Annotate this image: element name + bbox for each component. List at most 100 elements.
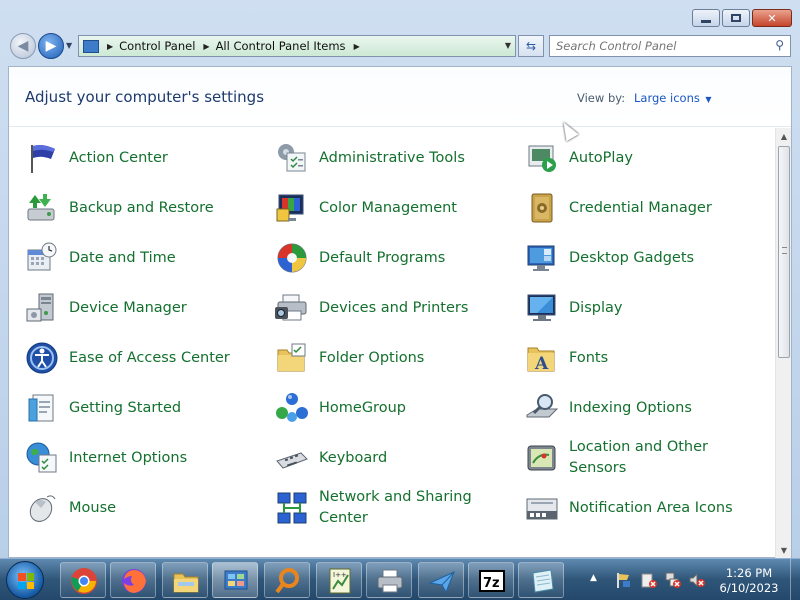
item-internet-options[interactable]: Internet Options	[25, 436, 239, 480]
item-credential-manager[interactable]: Credential Manager	[525, 186, 739, 230]
item-label[interactable]: Location and Other Sensors	[569, 437, 739, 479]
item-devices-and-printers[interactable]: Devices and Printers	[275, 286, 489, 330]
flag-tray-icon[interactable]	[614, 571, 632, 589]
item-folder-options[interactable]: Folder Options	[275, 336, 489, 380]
item-label[interactable]: Devices and Printers	[319, 298, 489, 319]
vertical-scrollbar[interactable]: ▲ ▼	[775, 128, 791, 558]
address-dropdown-icon[interactable]: ▼	[505, 41, 511, 50]
item-device-manager[interactable]: Device Manager	[25, 286, 239, 330]
item-backup-and-restore[interactable]: Backup and Restore	[25, 186, 239, 230]
item-label[interactable]: Date and Time	[69, 248, 239, 269]
address-bar[interactable]: ▶ Control Panel ▶ All Control Panel Item…	[78, 35, 516, 57]
taskbar-chrome[interactable]	[60, 562, 106, 598]
breadcrumb-all-items[interactable]: All Control Panel Items	[216, 39, 346, 53]
item-network-and-sharing-center[interactable]: Network and Sharing Center	[275, 486, 489, 530]
search-icon[interactable]: ⚲	[775, 38, 784, 52]
item-notification-area-icons[interactable]: Notification Area Icons	[525, 486, 739, 530]
item-desktop-gadgets[interactable]: Desktop Gadgets	[525, 236, 739, 280]
item-label[interactable]: Action Center	[69, 148, 239, 169]
item-label[interactable]: Network and Sharing Center	[319, 487, 489, 529]
item-fonts[interactable]: A Fonts	[525, 336, 739, 380]
item-label[interactable]: HomeGroup	[319, 398, 489, 419]
item-label[interactable]: Internet Options	[69, 448, 239, 469]
view-by-value[interactable]: Large icons	[634, 91, 700, 105]
scrollbar-thumb[interactable]	[778, 146, 790, 358]
breadcrumb-separator[interactable]: ▶	[107, 42, 113, 51]
ease-of-access-icon	[25, 341, 59, 375]
item-label[interactable]: Color Management	[319, 198, 489, 219]
item-label[interactable]: Backup and Restore	[69, 198, 239, 219]
item-label[interactable]: Keyboard	[319, 448, 489, 469]
item-getting-started[interactable]: Getting Started	[25, 386, 239, 430]
action-center-icon[interactable]	[640, 571, 658, 589]
taskbar-send[interactable]	[418, 562, 464, 598]
item-indexing-options[interactable]: Indexing Options	[525, 386, 739, 430]
item-label[interactable]: Folder Options	[319, 348, 489, 369]
item-keyboard[interactable]: Keyboard	[275, 436, 489, 480]
window-controls: ✕	[692, 9, 792, 27]
item-display[interactable]: Display	[525, 286, 739, 330]
search-input[interactable]	[550, 39, 760, 53]
show-desktop-button[interactable]	[790, 559, 800, 600]
taskbar-fax[interactable]	[366, 562, 412, 598]
maximize-icon	[731, 14, 741, 22]
title-bar[interactable]: ✕	[0, 0, 800, 30]
item-label[interactable]: Device Manager	[69, 298, 239, 319]
item-label[interactable]: Indexing Options	[569, 398, 739, 419]
taskbar-editor[interactable]: I++	[316, 562, 362, 598]
close-button[interactable]: ✕	[752, 9, 792, 27]
view-by-label: View by:	[577, 91, 626, 105]
flag-icon	[25, 141, 59, 175]
firefox-icon	[122, 569, 146, 593]
item-mouse[interactable]: Mouse	[25, 486, 239, 530]
item-label[interactable]: Desktop Gadgets	[569, 248, 739, 269]
item-label[interactable]: Display	[569, 298, 739, 319]
breadcrumb-separator[interactable]: ▶	[354, 42, 360, 51]
item-color-management[interactable]: Color Management	[275, 186, 489, 230]
item-label[interactable]: AutoPlay	[569, 148, 739, 169]
item-homegroup[interactable]: HomeGroup	[275, 386, 489, 430]
item-label[interactable]: Administrative Tools	[319, 148, 489, 169]
recent-pages-dropdown[interactable]: ▼	[66, 41, 72, 50]
scroll-up-icon[interactable]: ▲	[776, 128, 792, 144]
scroll-down-icon[interactable]: ▼	[776, 542, 792, 558]
item-label[interactable]: Mouse	[69, 498, 239, 519]
breadcrumb-control-panel[interactable]: Control Panel	[119, 39, 195, 53]
item-label[interactable]: Ease of Access Center	[69, 348, 239, 369]
svg-text:I++: I++	[333, 571, 347, 579]
item-autoplay[interactable]: AutoPlay	[525, 136, 739, 180]
back-button[interactable]: ◀	[10, 33, 36, 59]
item-label[interactable]: Credential Manager	[569, 198, 739, 219]
item-action-center[interactable]: Action Center	[25, 136, 239, 180]
network-status-icon[interactable]	[664, 571, 682, 589]
minimize-button[interactable]	[692, 9, 720, 27]
folder-options-icon	[275, 341, 309, 375]
item-default-programs[interactable]: Default Programs	[275, 236, 489, 280]
clock[interactable]: 1:26 PM 6/10/2023	[718, 566, 780, 596]
refresh-button[interactable]: ⇆	[518, 35, 544, 57]
volume-muted-icon[interactable]	[688, 571, 706, 589]
view-by-dropdown[interactable]: Large icons ▼	[634, 91, 712, 105]
item-label[interactable]: Default Programs	[319, 248, 489, 269]
taskbar-notepad[interactable]	[518, 562, 564, 598]
folder-icon	[173, 573, 199, 593]
item-ease-of-access-center[interactable]: Ease of Access Center	[25, 336, 239, 380]
item-label[interactable]: Getting Started	[69, 398, 239, 419]
item-label[interactable]: Notification Area Icons	[569, 498, 739, 519]
breadcrumb-separator[interactable]: ▶	[203, 42, 209, 51]
taskbar-firefox[interactable]	[110, 562, 156, 598]
maximize-button[interactable]	[722, 9, 750, 27]
taskbar-control-panel[interactable]	[212, 562, 258, 598]
item-administrative-tools[interactable]: Administrative Tools	[275, 136, 489, 180]
forward-button[interactable]: ▶	[38, 33, 64, 59]
show-hidden-icons-icon[interactable]: ▲	[590, 573, 597, 583]
taskbar-explorer[interactable]	[162, 562, 208, 598]
refresh-icon: ⇆	[525, 39, 537, 53]
getting-started-icon	[25, 391, 59, 425]
start-button[interactable]	[6, 561, 44, 599]
taskbar-7zip[interactable]: 7z	[468, 562, 514, 598]
item-location-and-other-sensors[interactable]: Location and Other Sensors	[525, 436, 739, 480]
item-date-and-time[interactable]: Date and Time	[25, 236, 239, 280]
taskbar-search[interactable]	[264, 562, 310, 598]
item-label[interactable]: Fonts	[569, 348, 739, 369]
